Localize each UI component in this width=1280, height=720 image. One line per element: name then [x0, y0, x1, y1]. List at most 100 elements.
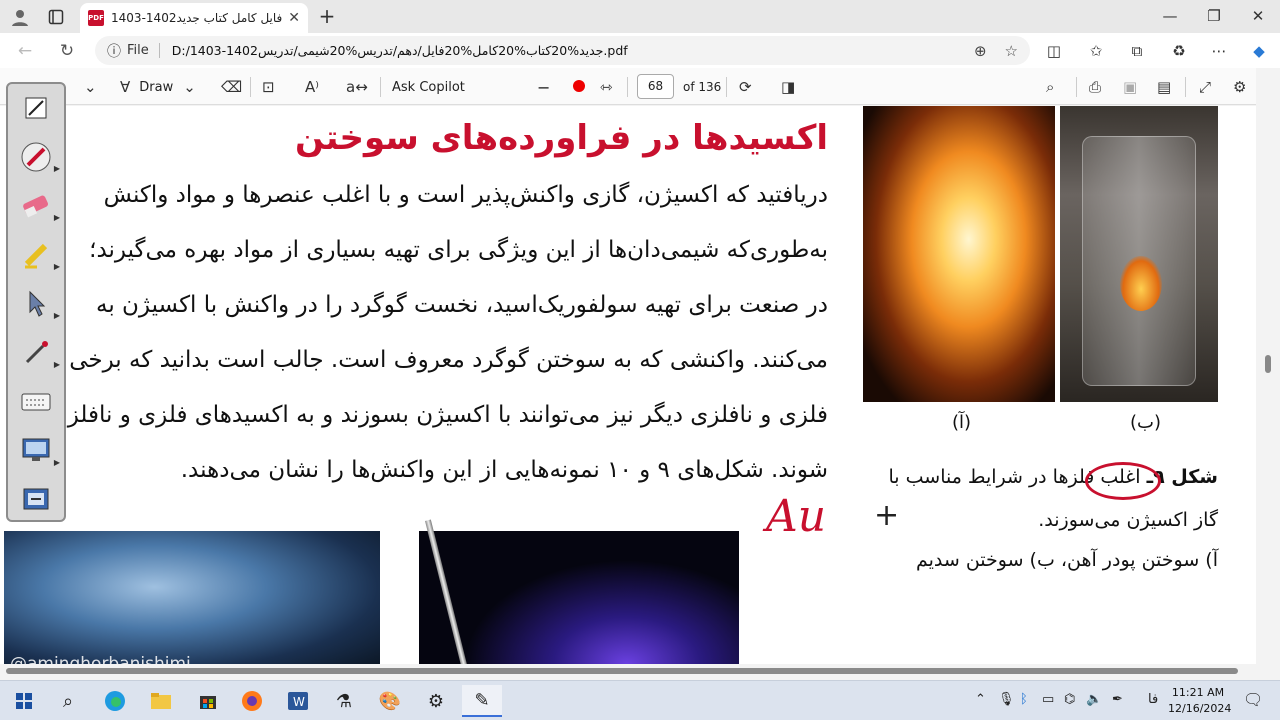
bluetooth-icon[interactable]: ᛒ	[1020, 692, 1028, 707]
options-tool[interactable]	[18, 482, 54, 518]
app-button[interactable]: ⚗	[324, 685, 364, 717]
scrollbar-thumb[interactable]	[6, 668, 1238, 674]
search-taskbar-button[interactable]: ⌕	[48, 685, 88, 717]
paragraph-line: فلزی و نافلزی دیگر نیز می‌توانند با اکسی…	[67, 402, 828, 428]
edge-icon	[105, 691, 125, 711]
start-button[interactable]	[4, 685, 44, 717]
whiteboard-icon: ✎	[474, 689, 490, 711]
eraser-tool[interactable]: ▶	[18, 188, 60, 224]
extension-icon[interactable]: ♻	[1168, 40, 1190, 62]
file-explorer-button[interactable]	[141, 685, 181, 717]
pointer-tool[interactable]: ▶	[18, 286, 60, 322]
paragraph-line: می‌کنند. واکنشی که به سوختن گوگرد معروف …	[69, 347, 828, 373]
battery-icon[interactable]: ▭	[1042, 692, 1054, 707]
split-screen-icon[interactable]: ◫	[1043, 40, 1065, 62]
show-hidden-icons[interactable]: ⌃	[975, 692, 986, 707]
close-window-button[interactable]: ✕	[1236, 2, 1280, 30]
collections-icon[interactable]: ⧉	[1126, 40, 1148, 62]
draw-button[interactable]: ∀ Draw ⌄	[120, 76, 196, 98]
app-button[interactable]: ⚙	[416, 685, 456, 717]
laser-pen-icon	[25, 341, 48, 364]
store-button[interactable]	[188, 685, 228, 717]
back-button[interactable]: ←	[12, 38, 38, 64]
restore-button[interactable]: ❐	[1192, 2, 1236, 30]
microphone-icon[interactable]: 🎙	[998, 692, 1015, 707]
ink-handwriting-annotation[interactable]: Au	[766, 491, 826, 542]
fit-width-icon: ⇿	[600, 78, 613, 96]
address-bar[interactable]: ⓘ File D:/1403-1402جدید%20کتاب%20کامل%20…	[95, 36, 1030, 65]
laser-pen-tool[interactable]: ▶	[18, 335, 60, 371]
text-box-icon: ⊡	[262, 78, 275, 96]
pen-tool[interactable]: ▶	[18, 139, 60, 175]
profile-icon[interactable]	[8, 5, 32, 29]
favorite-star-icon[interactable]: ☆	[1005, 42, 1018, 60]
text-box-button[interactable]: ⊡	[262, 76, 275, 98]
read-aloud-button[interactable]: A⁾	[305, 76, 319, 98]
tab-strip: PDF فایل کامل کتاب جدید1402-1403.pdf ✕ +…	[0, 0, 1280, 33]
save-button[interactable]: ▣	[1123, 76, 1137, 98]
tab-pdf-document[interactable]: PDF فایل کامل کتاب جدید1402-1403.pdf ✕	[80, 3, 308, 33]
firefox-button[interactable]	[232, 685, 272, 717]
scrollbar-thumb[interactable]	[1265, 355, 1271, 373]
rotate-button[interactable]: ⟳	[739, 76, 752, 98]
print-button[interactable]: ⎙	[1089, 76, 1101, 98]
clock-date: 12/16/2024	[1168, 702, 1232, 715]
pen-icon	[21, 142, 51, 172]
divider	[726, 77, 727, 97]
chevron-down-icon[interactable]: ⌄	[84, 76, 97, 98]
pdf-page-viewport[interactable]: اکسیدها در فراورده‌های سوختن دریافتید که…	[0, 106, 1256, 664]
expand-button[interactable]: ⤢	[1199, 76, 1211, 98]
ask-copilot-button[interactable]: Ask Copilot	[392, 76, 465, 98]
pen-tray-icon[interactable]: ✒	[1112, 692, 1123, 707]
settings-button[interactable]: ⚙	[1233, 76, 1246, 98]
language-indicator[interactable]: فا	[1148, 692, 1158, 707]
minimize-button[interactable]: —	[1148, 2, 1192, 30]
refresh-button[interactable]: ↻	[54, 38, 80, 64]
fit-page-button[interactable]: ⇿	[600, 76, 613, 98]
favorites-icon[interactable]: ✩	[1085, 40, 1107, 62]
expand-arrow-icon: ▶	[53, 360, 60, 369]
highlighter-tool[interactable]: ▶	[18, 237, 60, 273]
word-button[interactable]: W	[278, 685, 318, 717]
volume-icon[interactable]: 🔈	[1086, 692, 1102, 707]
vertical-scrollbar[interactable]	[1256, 68, 1280, 664]
more-options-icon[interactable]: ⋯	[1208, 40, 1230, 62]
save-as-icon: ▤	[1157, 78, 1172, 96]
app-icon: ⚙	[427, 690, 445, 712]
clock[interactable]: 11:21 AM 12/16/2024	[1168, 685, 1232, 717]
close-tab-icon[interactable]: ✕	[288, 10, 300, 26]
draw-icon: ∀	[120, 78, 131, 96]
app-button[interactable]: 🎨	[370, 685, 410, 717]
info-icon[interactable]: ⓘ	[107, 41, 121, 61]
ink-plus-annotation[interactable]: +	[874, 498, 899, 533]
screen-capture-tool[interactable]: ▶	[18, 433, 60, 469]
ink-toolbar: ▶ ▶ ▶ ▶ ▶ ▶	[6, 82, 66, 522]
tab-title: فایل کامل کتاب جدید1402-1403.pdf	[110, 11, 283, 25]
keyboard-tool[interactable]	[18, 384, 54, 420]
zoom-icon[interactable]: ⊕	[974, 42, 987, 60]
tab-actions-icon[interactable]	[44, 5, 68, 29]
eraser-button[interactable]: ⌫	[221, 76, 242, 98]
page-view-button[interactable]: ◨	[781, 76, 795, 98]
figure-label-a: (آ)	[952, 412, 972, 433]
url-text[interactable]: D:/1403-1402جدید%20کتاب%20کامل%20فایل/ده…	[172, 43, 956, 58]
search-button[interactable]: ⌕	[1046, 76, 1054, 98]
copilot-icon[interactable]: ◆	[1248, 40, 1270, 62]
new-tab-button[interactable]: +	[315, 5, 339, 29]
ink-circle-annotation[interactable]	[1085, 462, 1161, 500]
page-total: of 136	[683, 80, 722, 94]
ink-app-button[interactable]: ✎	[462, 685, 502, 717]
network-icon[interactable]: ⌬	[1064, 692, 1075, 707]
page-number-input[interactable]: 68	[637, 74, 674, 99]
translate-button[interactable]: a↔	[346, 76, 368, 98]
edge-taskbar-button[interactable]	[95, 685, 135, 717]
notifications-icon[interactable]: 🗨	[1243, 690, 1263, 709]
folder-icon	[151, 693, 171, 709]
pdf-toolbar: ⌄ ∀ Draw ⌄ ⌫ ⊡ A⁾ a↔ Ask Copilot − ⇿ 68 …	[0, 68, 1256, 105]
notepad-tool[interactable]	[18, 90, 54, 126]
horizontal-scrollbar[interactable]	[0, 664, 1256, 678]
save-as-button[interactable]: ▤	[1157, 76, 1171, 98]
record-icon[interactable]	[573, 80, 585, 92]
eraser-icon	[23, 195, 49, 218]
zoom-out-button[interactable]: −	[537, 76, 550, 98]
